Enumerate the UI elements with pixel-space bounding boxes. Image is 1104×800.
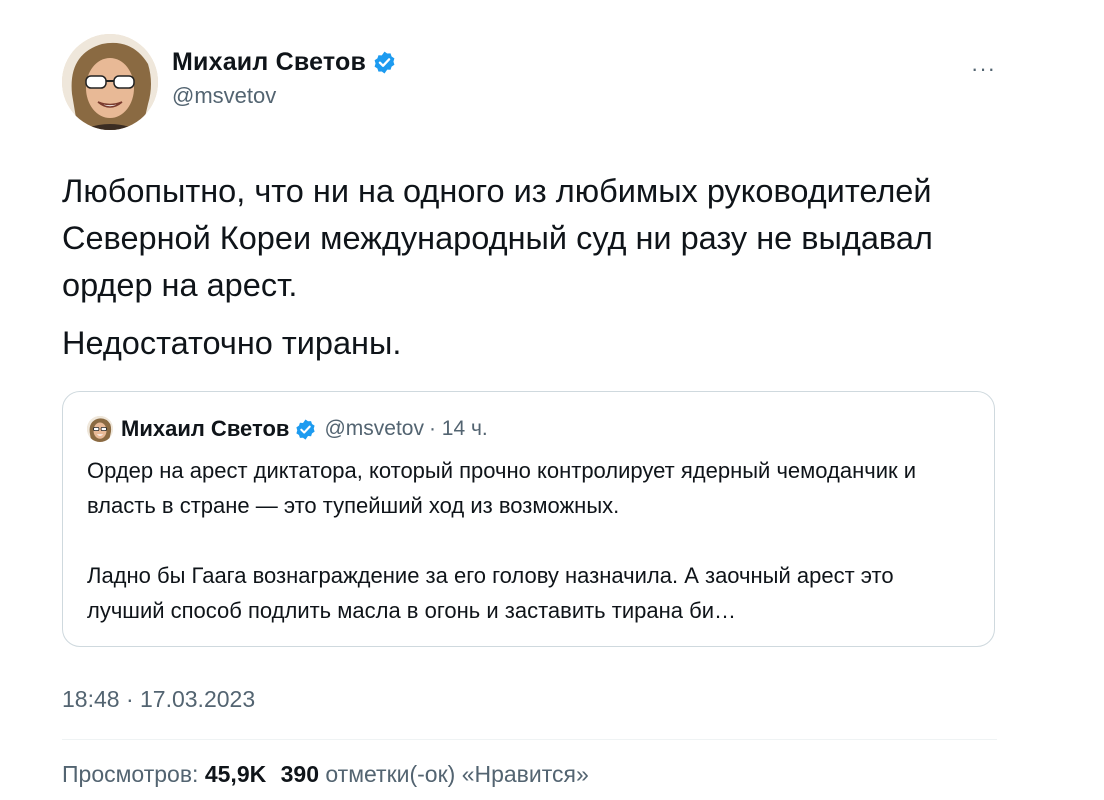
tweet-timestamp[interactable]: 18:48 · 17.03.2023 <box>62 686 255 713</box>
author-names: Михаил Светов @msvetov <box>172 48 397 109</box>
quoted-tweet-text: Ордер на арест диктатора, который прочно… <box>87 453 977 628</box>
avatar[interactable] <box>62 34 158 130</box>
views-count[interactable]: 45,9K <box>205 761 266 787</box>
verified-badge-icon <box>374 51 395 74</box>
quoted-tweet-header: Михаил Светов @msvetov · 14 ч. <box>87 416 488 442</box>
quoted-paragraph: Ордер на арест диктатора, который прочно… <box>87 458 917 518</box>
quoted-paragraph: Ладно бы Гаага вознаграждение за его гол… <box>87 563 894 623</box>
views-label: Просмотров: <box>62 761 199 787</box>
quoted-tweet-card[interactable]: Михаил Светов @msvetov · 14 ч. Ордер на … <box>62 391 995 647</box>
display-name-row: Михаил Светов <box>172 48 397 77</box>
quoted-age: · 14 ч. <box>428 417 488 440</box>
tweet-stats: Просмотров: 45,9K 390 отметки(-ок) «Нрав… <box>62 761 589 788</box>
quoted-avatar <box>87 416 113 442</box>
avatar-image <box>62 34 158 130</box>
more-options-icon[interactable]: ··· <box>971 56 996 82</box>
tweet-header: Михаил Светов @msvetov ··· <box>62 34 1002 134</box>
tweet-paragraph: Недостаточно тираны. <box>62 325 402 361</box>
quoted-handle: @msvetov <box>324 417 424 440</box>
likes-count[interactable]: 390 <box>281 761 319 787</box>
likes-label[interactable]: отметки(-ок) «Нравится» <box>325 761 588 787</box>
handle[interactable]: @msvetov <box>172 83 397 109</box>
divider <box>62 739 997 740</box>
display-name[interactable]: Михаил Светов <box>172 48 366 77</box>
quoted-avatar-image <box>87 416 113 442</box>
quoted-verified-badge-icon <box>296 418 316 440</box>
quoted-display-name: Михаил Светов <box>121 416 290 441</box>
tweet-paragraph: Любопытно, что ни на одного из любимых р… <box>62 173 933 303</box>
tweet-text: Любопытно, что ни на одного из любимых р… <box>62 168 1022 367</box>
